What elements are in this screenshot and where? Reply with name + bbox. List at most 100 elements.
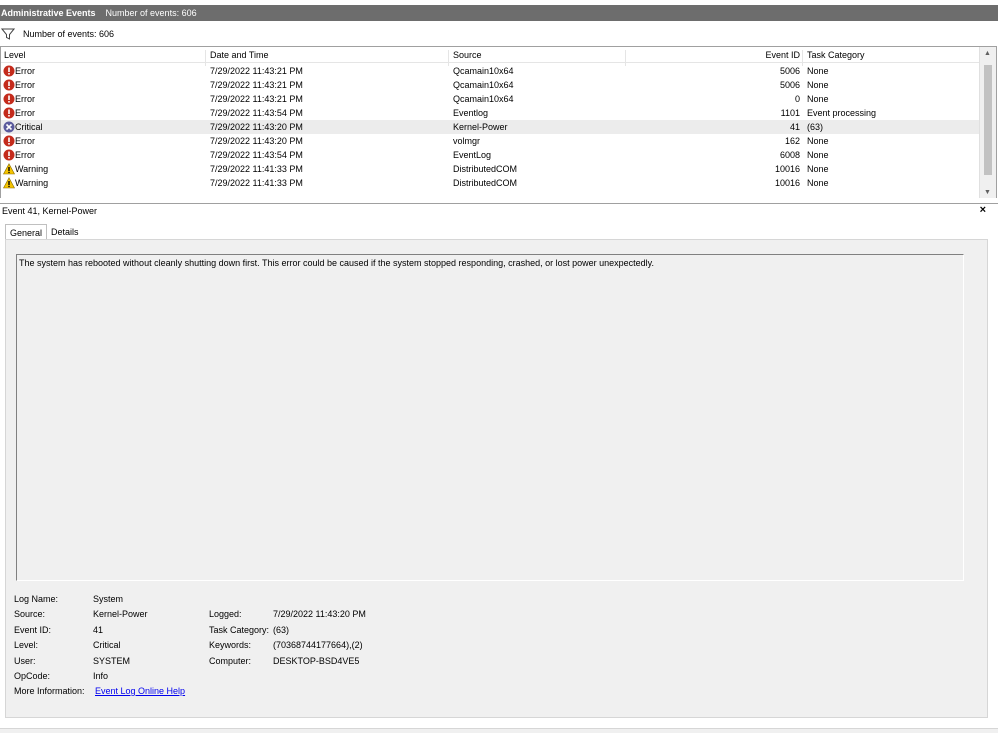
cell-level: Error (15, 66, 35, 76)
cell-level: Critical (15, 122, 43, 132)
events-list[interactable]: Level Date and Time Source Event ID Task… (0, 46, 997, 198)
event-id-value: 41 (93, 625, 104, 635)
warning-icon (2, 177, 16, 189)
logged-value: 7/29/2022 11:43:20 PM (273, 609, 366, 619)
keywords-label: Keywords: (209, 640, 252, 650)
event-count: Number of events: 606 (105, 8, 197, 18)
cell-event-id: 41 (789, 122, 800, 132)
table-row[interactable]: Error 7/29/2022 11:43:21 PM Qcamain10x64 0 N… (1, 92, 981, 106)
source-label: Source: (14, 609, 46, 619)
cell-source: Qcamain10x64 (453, 66, 514, 76)
source-value: Kernel-Power (93, 609, 148, 619)
status-strip (0, 728, 998, 733)
critical-icon (3, 121, 15, 133)
cell-event-id: 6008 (779, 150, 800, 160)
title-bar: Administrative Events Number of events: … (0, 5, 998, 21)
cell-task-category: None (807, 136, 829, 146)
cell-task-category: None (807, 80, 829, 90)
error-icon (3, 93, 15, 105)
cell-datetime: 7/29/2022 11:43:54 PM (210, 108, 303, 118)
table-row[interactable]: Error 7/29/2022 11:43:20 PM volmgr 162 None (1, 134, 981, 148)
cell-event-id: 10016 (774, 164, 800, 174)
cell-datetime: 7/29/2022 11:43:54 PM (210, 150, 303, 160)
cell-source: Eventlog (453, 108, 489, 118)
log-name-label: Log Name: (14, 594, 59, 604)
cell-event-id: 5006 (779, 80, 800, 90)
event-message: The system has rebooted without cleanly … (19, 258, 655, 268)
level-value: Critical (93, 640, 121, 650)
scroll-up-icon[interactable]: ▲ (984, 50, 991, 57)
column-header-level[interactable]: Level (4, 50, 26, 60)
user-label: User: (14, 656, 36, 666)
opcode-value: Info (93, 671, 109, 681)
vertical-scrollbar[interactable]: ▲ ▼ (979, 47, 996, 198)
table-row[interactable]: Critical 7/29/2022 11:43:20 PM Kernel-Powe… (1, 120, 981, 134)
table-row[interactable]: Error 7/29/2022 11:43:54 PM EventLog 6008 No… (1, 148, 981, 162)
cell-source: volmgr (453, 136, 481, 146)
column-header-source[interactable]: Source (453, 50, 482, 60)
cell-source: EventLog (453, 150, 492, 160)
column-header-event-id[interactable]: Event ID (765, 50, 800, 60)
close-icon[interactable]: × (980, 204, 986, 216)
cell-event-id: 1101 (780, 108, 800, 118)
column-header-task-category[interactable]: Task Category (807, 50, 865, 60)
table-row[interactable]: Error 7/29/2022 11:43:21 PM Qcamain10x64 50… (1, 78, 981, 92)
detail-title: Event 41, Kernel-Power (2, 206, 98, 216)
table-row[interactable]: Warning 7/29/2022 11:41:33 PM DistributedC… (1, 176, 981, 190)
filter-icon[interactable] (1, 27, 15, 41)
warning-icon (2, 163, 16, 175)
cell-event-id: 0 (794, 94, 800, 104)
cell-datetime: 7/29/2022 11:43:20 PM (210, 122, 303, 132)
tab-general[interactable]: General (5, 224, 48, 240)
cell-event-id: 10016 (774, 178, 800, 188)
computer-value: DESKTOP-BSD4VE5 (273, 656, 360, 666)
cell-level: Error (15, 80, 35, 90)
more-info-label: More Information: (14, 686, 85, 696)
column-header-datetime[interactable]: Date and Time (210, 50, 269, 60)
computer-label: Computer: (209, 656, 252, 666)
cell-task-category: None (807, 178, 829, 188)
cell-task-category: None (807, 150, 829, 160)
filter-count-label: Number of events: 606 (23, 29, 115, 39)
cell-source: Kernel-Power (453, 122, 508, 132)
cell-level: Error (15, 150, 35, 160)
error-icon (3, 107, 15, 119)
scroll-down-icon[interactable]: ▼ (984, 189, 991, 196)
task-category-value: (63) (273, 625, 290, 635)
table-row[interactable]: Error 7/29/2022 11:43:21 PM Qcamain10x64 50… (1, 64, 981, 78)
detail-tabs: General Details (5, 224, 83, 240)
cell-task-category: None (807, 66, 829, 76)
table-row[interactable]: Error 7/29/2022 11:43:54 PM Eventlog 1101 Ev… (1, 106, 981, 120)
event-log-online-help-link[interactable]: Event Log Online Help (95, 686, 185, 696)
error-icon (3, 79, 15, 91)
logged-label: Logged: (209, 609, 242, 619)
event-message-box[interactable]: The system has rebooted without cleanly … (16, 254, 964, 581)
error-icon (3, 135, 15, 147)
cell-level: Warning (15, 178, 49, 188)
error-icon (3, 65, 15, 77)
cell-source: DistributedCOM (453, 164, 518, 174)
view-title: Administrative Events (1, 8, 96, 18)
cell-level: Error (15, 136, 35, 146)
cell-level: Error (15, 94, 35, 104)
general-panel: The system has rebooted without cleanly … (5, 239, 988, 718)
cell-datetime: 7/29/2022 11:43:21 PM (210, 80, 303, 90)
cell-event-id: 162 (784, 136, 800, 146)
keywords-value: (70368744177664),(2) (273, 640, 363, 650)
tab-details[interactable]: Details (47, 224, 83, 240)
cell-datetime: 7/29/2022 11:43:21 PM (210, 66, 303, 76)
cell-task-category: None (807, 94, 829, 104)
cell-source: Qcamain10x64 (453, 94, 514, 104)
level-label: Level: (14, 640, 39, 650)
error-icon (3, 149, 15, 161)
cell-level: Warning (15, 164, 49, 174)
list-rows: Error 7/29/2022 11:43:21 PM Qcamain10x64 50… (1, 64, 981, 190)
cell-datetime: 7/29/2022 11:41:33 PM (210, 164, 303, 174)
scrollbar-thumb[interactable] (984, 65, 992, 175)
cell-task-category: None (807, 164, 829, 174)
cell-task-category: (63) (807, 122, 824, 132)
table-row[interactable]: Warning 7/29/2022 11:41:33 PM DistributedC… (1, 162, 981, 176)
cell-task-category: Event processing (807, 108, 877, 118)
filter-bar: Number of events: 606 (0, 25, 998, 43)
cell-event-id: 5006 (779, 66, 800, 76)
